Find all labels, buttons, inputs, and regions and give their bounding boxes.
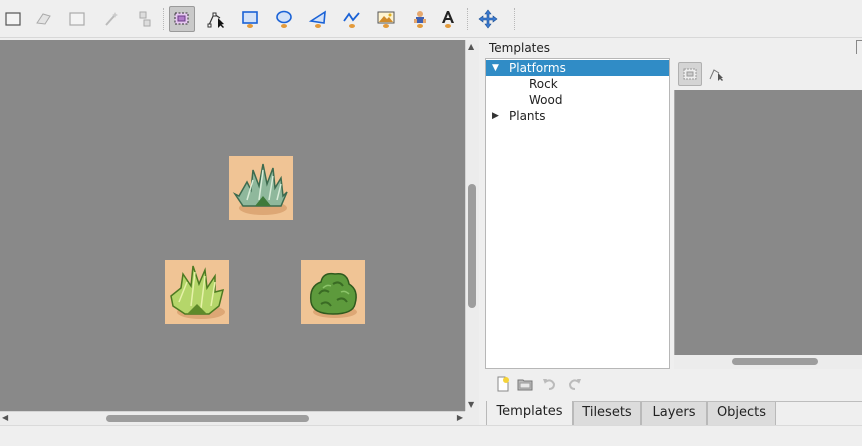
same-tile-icon[interactable]: [132, 6, 158, 32]
polyline-icon[interactable]: [339, 6, 365, 32]
ellipse-icon[interactable]: [271, 6, 297, 32]
preview-horizontal-scrollbar[interactable]: [674, 355, 862, 369]
new-template-icon[interactable]: [493, 374, 513, 394]
polygon-icon[interactable]: [305, 6, 331, 32]
scrollbar-corner: [465, 411, 479, 425]
tab-templates[interactable]: Templates: [486, 401, 573, 426]
image-icon[interactable]: [373, 6, 399, 32]
panel-float-icon[interactable]: [856, 40, 862, 54]
eraser-icon[interactable]: [30, 6, 56, 32]
main-toolbar: [0, 0, 862, 38]
templates-tree[interactable]: ▼ Platforms Rock Wood ▶ Plants: [485, 58, 670, 369]
preview-scroll-thumb[interactable]: [732, 358, 818, 365]
tree-item-platforms[interactable]: ▼ Platforms: [486, 60, 669, 76]
tree-item-label: Plants: [509, 109, 546, 123]
light-green-bush-tile[interactable]: [165, 260, 229, 324]
edit-polygons-icon[interactable]: [704, 62, 728, 86]
scroll-up-arrow-icon[interactable]: ▲: [468, 42, 474, 51]
tree-item-wood[interactable]: Wood: [486, 92, 669, 108]
templates-panel-title: Templates: [489, 41, 551, 55]
map-canvas[interactable]: [0, 40, 465, 411]
pale-green-bush-tile[interactable]: [229, 156, 293, 220]
tab-layers[interactable]: Layers: [641, 402, 707, 426]
edit-polygons-icon[interactable]: [203, 6, 229, 32]
tree-item-plants[interactable]: ▶ Plants: [486, 108, 669, 124]
round-shrub-icon: [301, 260, 365, 324]
template-preview-canvas[interactable]: [674, 90, 862, 355]
canvas-horizontal-scrollbar[interactable]: ◀ ▶: [0, 411, 479, 425]
toolbar-separator: [163, 8, 165, 30]
toolbar-separator: [467, 8, 469, 30]
tree-item-label: Platforms: [509, 61, 566, 75]
scroll-right-arrow-icon[interactable]: ▶: [457, 413, 463, 422]
toolbar-separator: [514, 8, 516, 30]
tree-item-label: Wood: [529, 93, 563, 107]
undo-icon[interactable]: [539, 374, 559, 394]
round-green-shrub-tile[interactable]: [301, 260, 365, 324]
canvas-vertical-scrollbar[interactable]: ▲ ▼: [465, 40, 479, 411]
collapsed-arrow-icon[interactable]: ▶: [492, 108, 499, 124]
rect-select-icon[interactable]: [64, 6, 90, 32]
tab-tilesets[interactable]: Tilesets: [573, 402, 641, 426]
open-folder-icon[interactable]: [515, 374, 535, 394]
redo-icon[interactable]: [565, 374, 585, 394]
dock-tabs: Templates Tilesets Layers Objects: [486, 401, 862, 426]
tree-item-rock[interactable]: Rock: [486, 76, 669, 92]
scroll-left-arrow-icon[interactable]: ◀: [2, 413, 8, 422]
expanded-arrow-icon[interactable]: ▼: [492, 60, 499, 76]
select-objects-icon[interactable]: [678, 62, 702, 86]
template-icon[interactable]: [407, 6, 433, 32]
rectangle-icon[interactable]: [237, 6, 263, 32]
status-bar: [0, 425, 862, 446]
rectangle-select-icon[interactable]: [0, 6, 26, 32]
pale-bush-icon: [229, 156, 293, 220]
horizontal-scroll-thumb[interactable]: [106, 415, 309, 422]
vertical-scroll-thumb[interactable]: [468, 184, 476, 308]
scroll-down-arrow-icon[interactable]: ▼: [468, 400, 474, 409]
tab-objects[interactable]: Objects: [707, 402, 776, 426]
move-arrows-icon[interactable]: [475, 6, 501, 32]
light-bush-icon: [165, 260, 229, 324]
tree-item-label: Rock: [529, 77, 558, 91]
text-icon[interactable]: [435, 6, 461, 32]
magic-wand-icon[interactable]: [98, 6, 124, 32]
select-objects-icon[interactable]: [169, 6, 195, 32]
